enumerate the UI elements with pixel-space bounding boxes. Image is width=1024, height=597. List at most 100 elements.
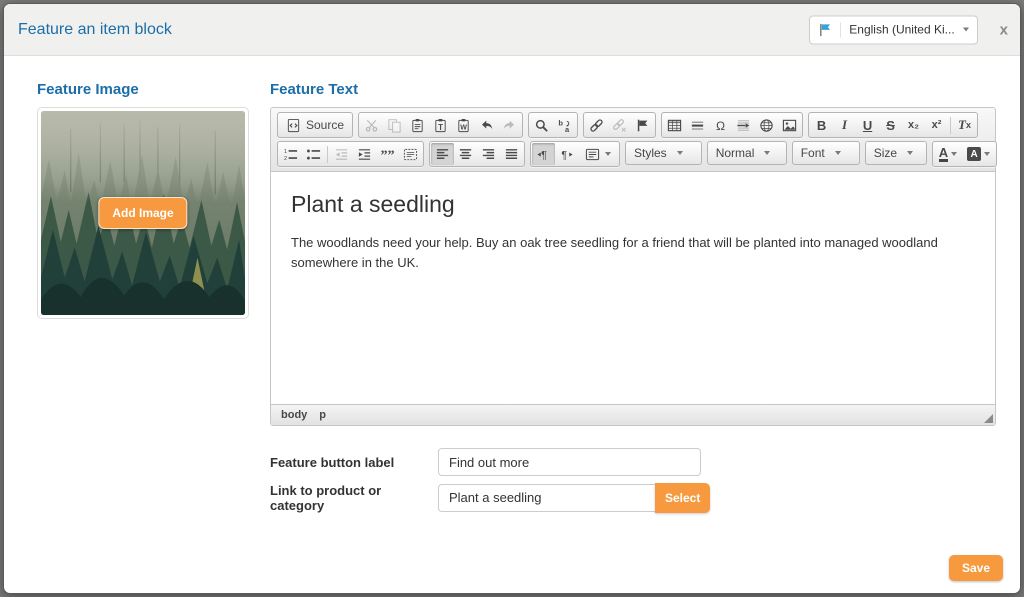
- svg-text:””: ””: [380, 147, 394, 161]
- editor-content[interactable]: Plant a seedling The woodlands need your…: [271, 172, 995, 404]
- div-container-button[interactable]: [399, 143, 422, 165]
- iframe-button[interactable]: [755, 114, 778, 136]
- language-value: English (United Ki...: [849, 22, 955, 37]
- anchor-button[interactable]: [631, 114, 654, 136]
- feature-button-label: Feature button label: [270, 454, 395, 470]
- link-button[interactable]: [585, 114, 608, 136]
- special-character-button[interactable]: Ω: [709, 114, 732, 136]
- close-button[interactable]: x: [1000, 21, 1008, 38]
- editor-toolbar: Source T W ba Ω B I U S x₂ x² T x 1 2 ””…: [271, 108, 998, 172]
- bulleted-list-icon: [306, 147, 321, 162]
- strikethrough-button[interactable]: S: [879, 114, 902, 136]
- chevron-down-icon: [984, 152, 991, 156]
- align-justify-icon: [504, 147, 519, 162]
- undo-button[interactable]: [475, 114, 498, 136]
- table-icon: [667, 118, 682, 133]
- save-button[interactable]: Save: [948, 555, 1003, 581]
- align-left-button[interactable]: [431, 143, 454, 165]
- chevron-down-icon: [907, 151, 914, 155]
- remove-format-button[interactable]: Tx: [953, 114, 976, 136]
- text-direction-ltr-button[interactable]: ¶: [532, 143, 555, 165]
- align-left-icon: [435, 147, 450, 162]
- chevron-down-icon: [951, 152, 958, 156]
- feature-text-section: Feature Text Source T W b a Ω B I U S x₂…: [270, 81, 1004, 520]
- anchor-flag-icon: [635, 118, 650, 133]
- increase-indent-button[interactable]: [353, 143, 376, 165]
- paste-button[interactable]: [406, 114, 429, 136]
- bold-button[interactable]: B: [810, 114, 833, 136]
- table-button[interactable]: [663, 114, 686, 136]
- editor-element-path-bar: body p: [271, 404, 995, 425]
- horizontal-rule-button[interactable]: [686, 114, 709, 136]
- redo-button: [498, 114, 521, 136]
- chevron-down-icon: [676, 151, 683, 155]
- size-dropdown[interactable]: Size: [864, 141, 927, 165]
- font-dropdown[interactable]: Font: [791, 141, 860, 165]
- svg-text:T: T: [438, 122, 443, 131]
- source-icon: [286, 118, 301, 133]
- image-button[interactable]: [778, 114, 801, 136]
- paste-plain-text-icon: T: [433, 118, 448, 133]
- decrease-indent-button: [330, 143, 353, 165]
- svg-text:¶: ¶: [541, 149, 547, 161]
- toolbar-separator: [327, 145, 328, 163]
- page-break-button[interactable]: [732, 114, 755, 136]
- underline-button[interactable]: U: [856, 114, 879, 136]
- language-button[interactable]: [578, 143, 618, 165]
- find-button[interactable]: [530, 114, 553, 136]
- svg-text:¶: ¶: [561, 149, 567, 161]
- feature-fields: Feature button label Link to product or …: [270, 448, 1004, 513]
- path-body[interactable]: body: [281, 409, 307, 421]
- language-selector[interactable]: English (United Ki...: [809, 15, 978, 44]
- horizontal-rule-icon: [690, 118, 705, 133]
- path-p[interactable]: p: [319, 409, 326, 421]
- resize-handle[interactable]: [984, 414, 993, 423]
- paste-from-word-button[interactable]: W: [452, 114, 475, 136]
- paste-plain-text-button[interactable]: T: [429, 114, 452, 136]
- replace-icon: ba: [557, 118, 572, 133]
- superscript-button[interactable]: x²: [925, 114, 948, 136]
- source-button[interactable]: Source: [279, 114, 351, 136]
- div-container-icon: [403, 147, 418, 162]
- link-to-product-input[interactable]: [438, 483, 655, 512]
- feature-text-heading: Feature Text: [270, 81, 359, 98]
- flag-icon: [818, 22, 842, 37]
- bulleted-list-button[interactable]: [302, 143, 325, 165]
- align-center-button[interactable]: [454, 143, 477, 165]
- chevron-down-icon: [962, 27, 969, 32]
- feature-image-preview[interactable]: Add Image: [37, 107, 249, 319]
- align-center-icon: [458, 147, 473, 162]
- blockquote-icon: ””: [380, 147, 395, 161]
- subscript-button[interactable]: x₂: [902, 114, 925, 136]
- text-color-icon: A: [938, 145, 949, 162]
- text-color-button[interactable]: A: [934, 143, 962, 165]
- editor-paragraph: The woodlands need your help. Buy an oak…: [291, 235, 938, 270]
- page-break-icon: [736, 118, 751, 133]
- select-button[interactable]: Select: [655, 482, 711, 513]
- text-direction-rtl-button[interactable]: ¶: [555, 143, 578, 165]
- add-image-button[interactable]: Add Image: [98, 197, 188, 229]
- blockquote-button[interactable]: ””: [376, 143, 399, 165]
- styles-dropdown[interactable]: Styles: [625, 141, 702, 165]
- increase-indent-icon: [357, 147, 372, 162]
- toolbar-row-1: Source T W ba Ω B I U S x₂ x² T x: [277, 112, 989, 138]
- globe-icon: [759, 118, 774, 133]
- chevron-down-icon: [605, 152, 611, 156]
- copy-icon: [387, 118, 402, 133]
- background-color-button[interactable]: A: [962, 143, 995, 165]
- svg-text:b: b: [558, 118, 563, 127]
- replace-button[interactable]: ba: [553, 114, 576, 136]
- numbered-list-icon: 12: [283, 147, 298, 162]
- cut-icon: [364, 118, 379, 133]
- italic-button[interactable]: I: [833, 114, 856, 136]
- numbered-list-button[interactable]: 12: [279, 143, 302, 165]
- feature-button-label-input[interactable]: [438, 448, 701, 476]
- align-right-button[interactable]: [477, 143, 500, 165]
- feature-image-heading: Feature Image: [37, 81, 139, 98]
- format-dropdown[interactable]: Normal: [706, 141, 787, 165]
- align-justify-button[interactable]: [500, 143, 523, 165]
- cut-button: [360, 114, 383, 136]
- unlink-button: [608, 114, 631, 136]
- toolbar-separator: [950, 116, 952, 134]
- rich-text-editor: Source T W ba Ω B I U S x₂ x² T x 1 2 ””…: [270, 107, 998, 426]
